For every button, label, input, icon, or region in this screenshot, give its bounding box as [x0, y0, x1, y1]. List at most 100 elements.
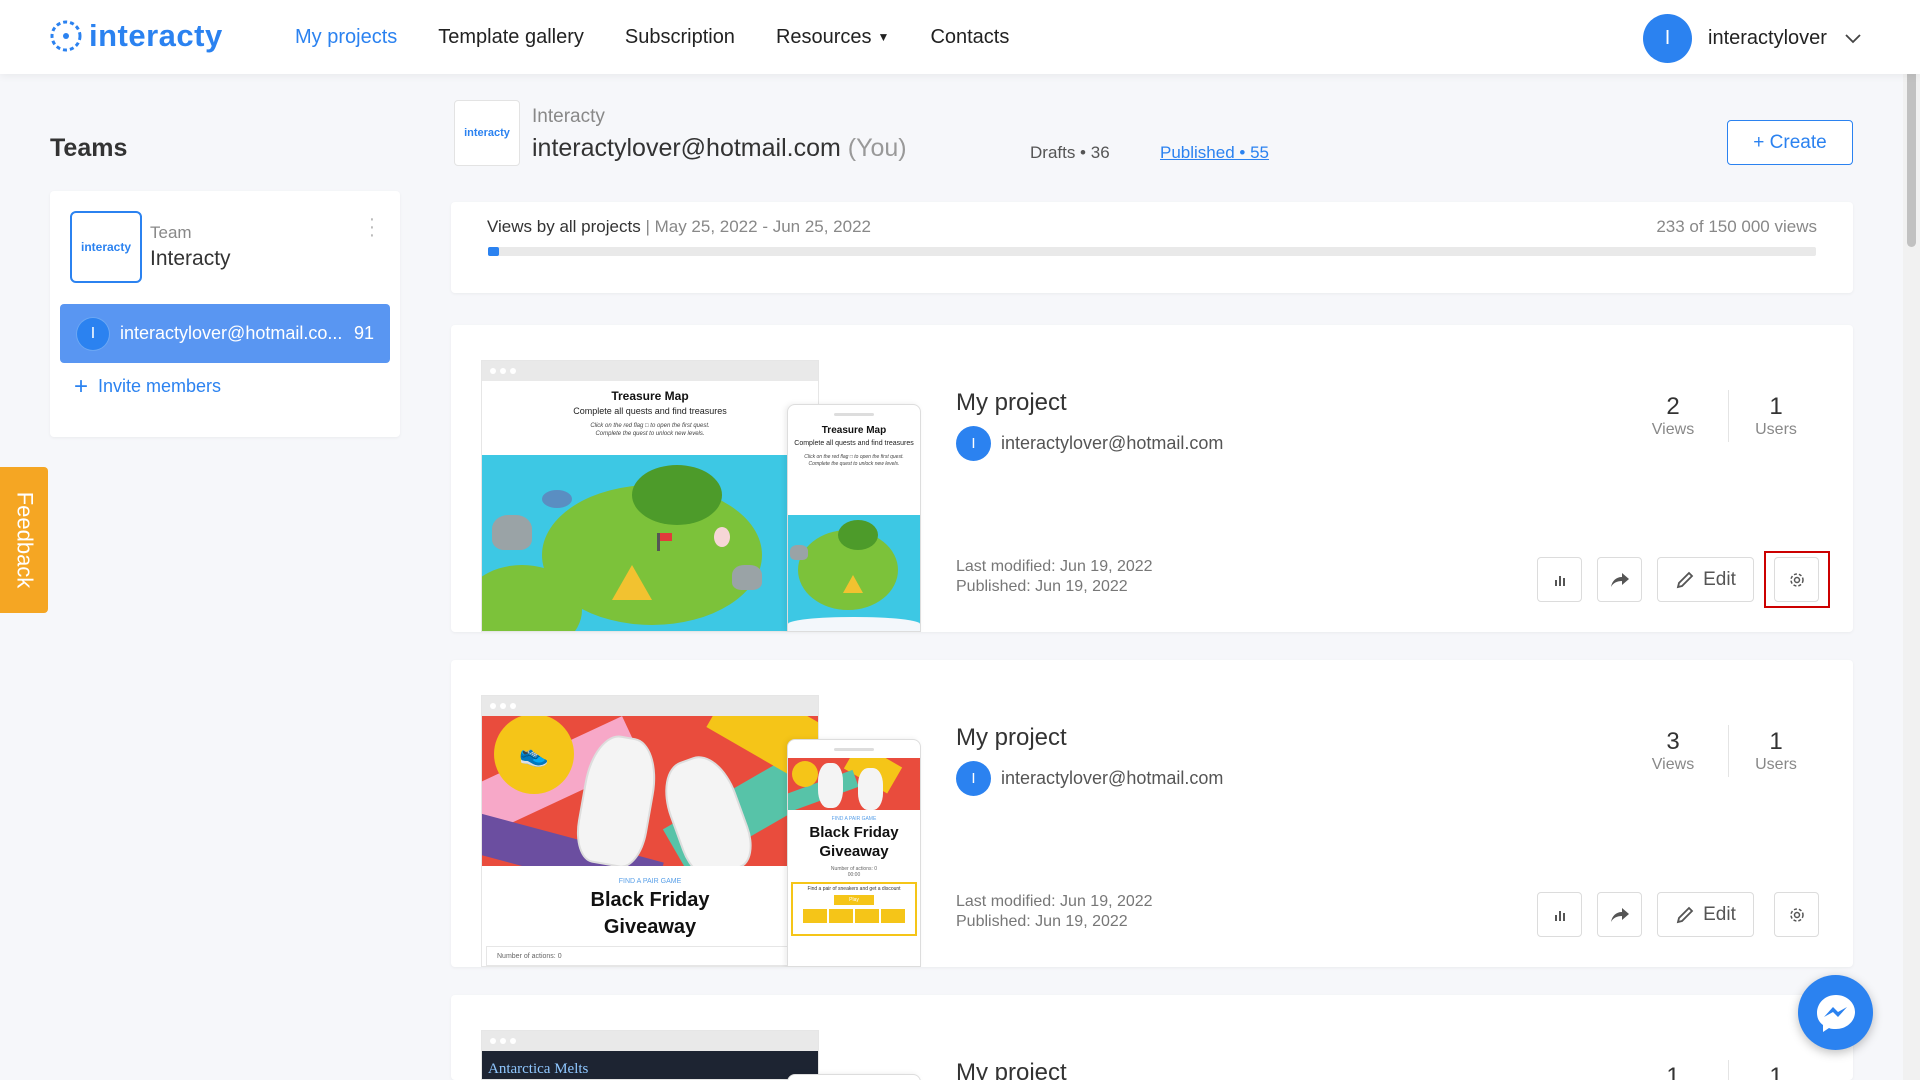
users-number: 1	[1769, 1063, 1783, 1080]
messenger-chat-button[interactable]	[1798, 975, 1873, 1050]
mobile-timer: 00:00	[847, 872, 861, 878]
owner-email: interactylover@hotmail.com	[1001, 433, 1224, 453]
invite-members-button[interactable]: + Invite members	[74, 374, 221, 398]
mobile-preview: FIND A PAIR GAME Black Friday Giveaway N…	[787, 739, 921, 967]
bar-chart-icon	[1554, 575, 1565, 586]
top-navigation-bar: interacty My projects Template gallery S…	[0, 0, 1920, 74]
nav-contacts[interactable]: Contacts	[930, 26, 1009, 49]
project-dates: Last modified: Jun 19, 2022 Published: J…	[956, 892, 1153, 932]
feedback-tab[interactable]: Feedback	[0, 467, 48, 613]
users-stat-label: Users	[1755, 756, 1797, 773]
views-count: 233 of 150 000 views	[1656, 217, 1817, 236]
teams-card: interacty Team Interacty · · · I interacty…	[50, 191, 400, 437]
preview-subtitle: Complete all quests and find treasures	[573, 406, 727, 416]
mobile-preview-hint-line1: Click on the red flag □ to open the firs…	[804, 454, 904, 460]
edit-button[interactable]: Edit	[1657, 892, 1754, 937]
preview-title-line1: Black Friday	[590, 889, 710, 911]
member-email: interactylover@hotmail.co...	[120, 323, 343, 343]
edit-button[interactable]: Edit	[1657, 557, 1754, 602]
more-options-icon[interactable]: · · ·	[368, 209, 376, 245]
team-name: Interacty	[150, 247, 231, 270]
settings-button[interactable]	[1774, 557, 1819, 602]
create-button[interactable]: + Create	[1727, 120, 1853, 165]
project-preview[interactable]: Antarctica Melts	[481, 1030, 921, 1080]
logo-icon	[50, 20, 82, 52]
browser-bar	[482, 361, 818, 381]
mobile-game-board: Find a pair of sneakers and get a discou…	[791, 882, 917, 936]
browser-bar	[482, 1031, 818, 1051]
owner-email: interactylover@hotmail.com	[1001, 768, 1224, 788]
nav-resources[interactable]: Resources ▼	[776, 26, 890, 49]
project-preview[interactable]: 👟 FIND A PAIR GAME Black Friday Giveaway…	[481, 695, 921, 967]
project-title[interactable]: My project	[956, 1059, 1067, 1080]
preview-kicker: FIND A PAIR GAME	[618, 878, 682, 885]
last-modified: Last modified: Jun 19, 2022	[956, 893, 1153, 910]
mobile-preview-title-line2: Giveaway	[819, 843, 889, 860]
owner-avatar: I	[956, 761, 991, 796]
stat-divider	[1728, 1060, 1729, 1080]
views-stat-label: Views	[1651, 421, 1695, 438]
views-date-range: | May 25, 2022 - Jun 25, 2022	[645, 217, 872, 236]
statistics-button[interactable]	[1537, 892, 1582, 937]
views-number: 2	[1666, 393, 1680, 420]
page-scrollbar[interactable]	[1903, 0, 1920, 1080]
published-tab[interactable]: Published • 55	[1160, 143, 1269, 163]
views-summary-card: Views by all projects | May 25, 2022 - J…	[451, 202, 1853, 293]
views-stat: 3 Views	[1649, 728, 1697, 774]
brand-logo[interactable]: interacty	[49, 18, 223, 54]
mobile-preview-title-line1: Black Friday	[809, 824, 899, 841]
preview-title: Antarctica Melts	[482, 1051, 818, 1079]
project-dates: Last modified: Jun 19, 2022 Published: J…	[956, 557, 1153, 597]
views-stat: 1	[1649, 1063, 1697, 1080]
preview-text-block: FIND A PAIR GAME Black Friday Giveaway	[482, 866, 818, 939]
views-label: Views by all projects | May 25, 2022 - J…	[487, 217, 871, 237]
nav-template-gallery[interactable]: Template gallery	[438, 26, 584, 49]
caret-down-icon: ▼	[877, 30, 890, 44]
project-title[interactable]: My project	[956, 389, 1067, 417]
share-arrow-icon	[1610, 907, 1629, 922]
published-date: Published: Jun 19, 2022	[956, 578, 1128, 595]
team-logo: interacty	[70, 211, 142, 283]
published-date: Published: Jun 19, 2022	[956, 913, 1128, 930]
mobile-game-prompt: Find a pair of sneakers and get a discou…	[807, 886, 901, 892]
account-team: Interacty	[532, 106, 605, 127]
statistics-button[interactable]	[1537, 557, 1582, 602]
account-you-label: (You)	[847, 134, 907, 162]
project-card[interactable]: 👟 FIND A PAIR GAME Black Friday Giveaway…	[451, 660, 1853, 967]
project-card[interactable]: Antarctica Melts My project 1 1	[451, 995, 1853, 1080]
stat-divider	[1728, 390, 1729, 442]
share-button[interactable]	[1597, 557, 1642, 602]
mobile-sneaker-illustration	[788, 758, 920, 810]
account-email-text: interactylover@hotmail.com	[532, 134, 841, 162]
user-menu[interactable]: I interactylover	[1643, 14, 1861, 63]
member-project-count: 91	[353, 323, 374, 343]
preview-footer: Number of actions: 0 ◷ 0	[486, 946, 814, 966]
edit-label: Edit	[1703, 903, 1736, 925]
nav-subscription[interactable]: Subscription	[625, 26, 735, 49]
team-member-row[interactable]: I interactylover@hotmail.co... 91	[60, 304, 390, 363]
share-button[interactable]	[1597, 892, 1642, 937]
views-stat: 2 Views	[1649, 393, 1697, 439]
user-avatar: I	[1643, 14, 1692, 63]
nav-my-projects[interactable]: My projects	[295, 26, 397, 49]
project-owner: I interactylover@hotmail.com	[956, 426, 1223, 461]
feedback-label: Feedback	[12, 491, 37, 589]
drafts-tab[interactable]: Drafts • 36	[1030, 143, 1110, 163]
user-name: interactylover	[1708, 27, 1827, 49]
preview-title: Treasure Map	[611, 389, 689, 403]
sneaker-badge-icon: 👟	[494, 716, 574, 794]
views-stat-label: Views	[1651, 756, 1695, 773]
views-label-text: Views by all projects	[487, 217, 641, 236]
users-number: 1	[1769, 393, 1783, 420]
edit-label: Edit	[1703, 568, 1736, 590]
browser-bar	[482, 696, 818, 716]
project-preview[interactable]: Treasure Map Complete all quests and fin…	[481, 360, 921, 632]
project-card[interactable]: Treasure Map Complete all quests and fin…	[451, 325, 1853, 632]
settings-button[interactable]	[1774, 892, 1819, 937]
team-label: Team	[150, 223, 192, 242]
chevron-down-icon	[1845, 33, 1861, 43]
project-title[interactable]: My project	[956, 724, 1067, 752]
mobile-cards-row	[795, 909, 913, 923]
preview-hint: Click on the red flag □ to open the firs…	[482, 422, 818, 438]
pencil-icon	[1676, 906, 1694, 923]
